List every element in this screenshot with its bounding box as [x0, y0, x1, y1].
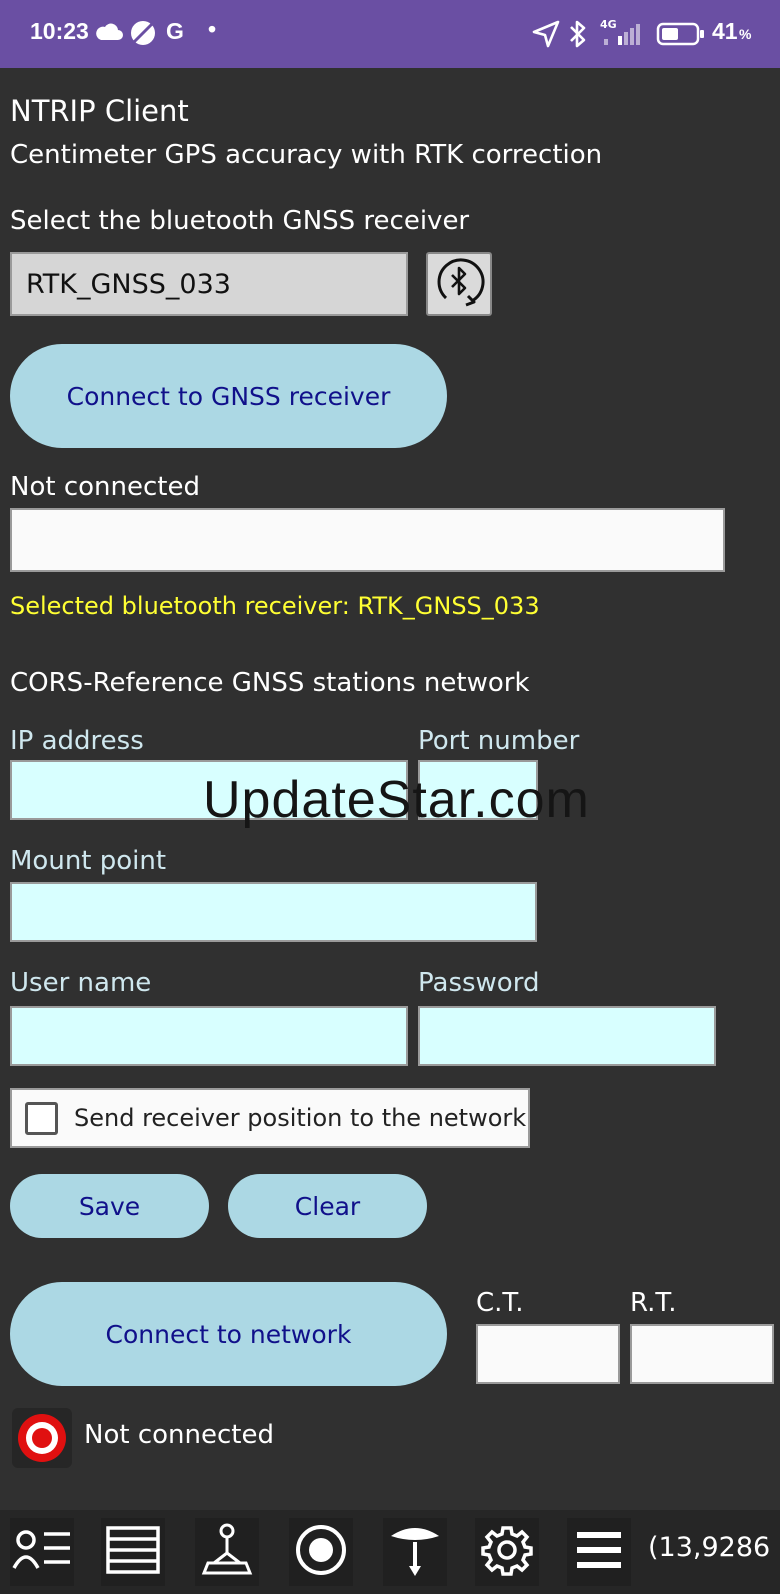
battery-unit: % [739, 26, 752, 42]
password-label: Password [418, 968, 540, 998]
user-list-icon [12, 1528, 72, 1576]
network-section-title: CORS-Reference GNSS stations network [10, 668, 530, 698]
user-name-input[interactable] [10, 1006, 408, 1066]
user-name-label: User name [10, 968, 152, 998]
survey-point-icon [200, 1523, 254, 1581]
watermark: UpdateStar.com [203, 771, 590, 829]
bluetooth-refresh-icon [430, 254, 488, 314]
connect-receiver-button[interactable]: Connect to GNSS receiver [10, 344, 447, 448]
location-arrow-icon [532, 20, 560, 52]
mount-point-input[interactable] [10, 882, 537, 942]
antenna-button[interactable] [383, 1518, 447, 1586]
save-label: Save [78, 1191, 141, 1221]
bluetooth-refresh-button[interactable] [426, 252, 492, 316]
antenna-icon [387, 1522, 443, 1582]
menu-button[interactable] [567, 1518, 631, 1586]
receiver-status: Not connected [10, 472, 200, 502]
password-input[interactable] [418, 1006, 716, 1066]
user-list-button[interactable] [10, 1518, 74, 1586]
record-button[interactable] [289, 1518, 353, 1586]
clock: 10:23 [30, 18, 89, 44]
send-position-label: Send receiver position to the network [74, 1104, 527, 1132]
selected-receiver-info: Selected bluetooth receiver: RTK_GNSS_03… [10, 592, 540, 620]
connect-network-button[interactable]: Connect to network [10, 1282, 447, 1386]
menu-icon [575, 1530, 623, 1574]
send-position-checkbox[interactable] [25, 1101, 58, 1135]
rt-label: R.T. [630, 1288, 677, 1318]
send-position-toggle[interactable]: Send receiver position to the network [10, 1088, 530, 1148]
app-title: NTRIP Client [10, 94, 189, 128]
bluetooth-icon [568, 18, 588, 54]
record-icon [294, 1523, 348, 1581]
google-icon: G [166, 18, 184, 44]
port-number-label: Port number [418, 726, 580, 756]
settings-button[interactable] [475, 1518, 539, 1586]
app-subtitle: Centimeter GPS accuracy with RTK correct… [10, 140, 603, 170]
notification-dot: • [208, 16, 217, 42]
signal-icon [602, 20, 648, 52]
receiver-select[interactable]: RTK_GNSS_033 [10, 252, 408, 316]
ct-field [476, 1324, 620, 1384]
receiver-status-field [10, 508, 725, 572]
ct-label: C.T. [476, 1288, 524, 1318]
receiver-select-label: Select the bluetooth GNSS receiver [10, 206, 470, 236]
survey-point-button[interactable] [195, 1518, 259, 1586]
network-status: Not connected [84, 1420, 274, 1450]
table-button[interactable] [101, 1518, 165, 1586]
clear-label: Clear [294, 1191, 361, 1221]
ip-address-label: IP address [10, 726, 144, 756]
mount-point-label: Mount point [10, 846, 167, 876]
bottom-nav: (13,9286 [0, 1510, 780, 1594]
connect-network-label: Connect to network [105, 1319, 352, 1349]
rt-field [630, 1324, 774, 1384]
status-bar: 10:23 G • 4G 41 % [0, 0, 780, 68]
connect-receiver-label: Connect to GNSS receiver [66, 381, 391, 411]
no-sim-icon [130, 20, 156, 50]
save-button[interactable]: Save [10, 1174, 209, 1238]
record-status-icon [12, 1408, 72, 1468]
cloud-icon [94, 22, 124, 46]
battery-percent: 41 [712, 18, 738, 44]
clear-button[interactable]: Clear [228, 1174, 427, 1238]
gear-icon [481, 1524, 533, 1580]
table-icon [106, 1526, 160, 1578]
coordinates-readout: (13,9286 [648, 1532, 771, 1563]
receiver-select-value: RTK_GNSS_033 [26, 268, 231, 300]
battery-icon [656, 22, 706, 50]
